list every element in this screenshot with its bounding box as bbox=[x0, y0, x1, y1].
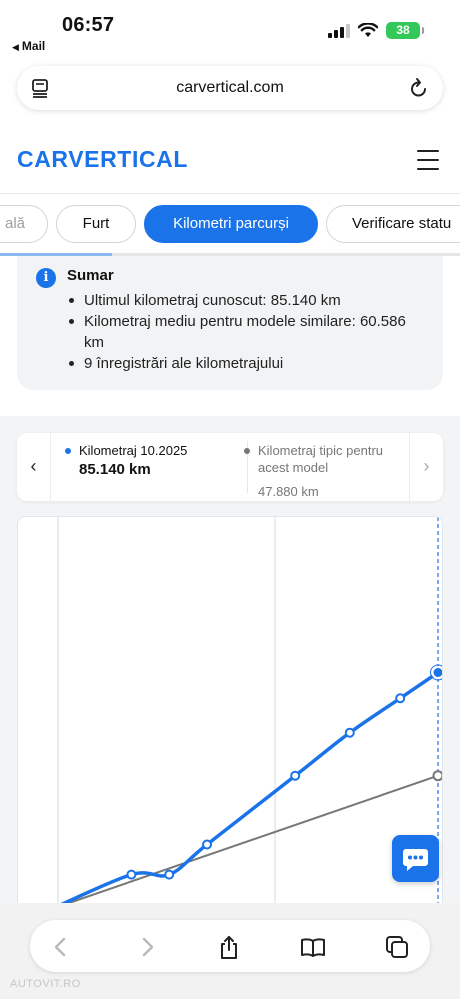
summary-list: Ultimul kilometraj cunoscut: 85.140 km K… bbox=[67, 290, 427, 374]
summary-item: Kilometraj mediu pentru modele similare:… bbox=[67, 311, 427, 353]
legend-prev-button[interactable]: ‹ bbox=[17, 433, 51, 501]
url-text: carvertical.com bbox=[176, 79, 284, 96]
legend-next-button[interactable]: › bbox=[409, 433, 443, 501]
legend-secondary-label: Kilometraj tipic pentru acest model bbox=[258, 443, 383, 475]
chevron-right-icon: › bbox=[423, 456, 430, 476]
tabs-icon[interactable] bbox=[384, 934, 410, 960]
series-point-mileage bbox=[395, 693, 406, 704]
toolbar-pill bbox=[30, 920, 430, 972]
series-point-mileage bbox=[164, 869, 175, 880]
share-icon[interactable] bbox=[216, 934, 242, 960]
summary-item: Ultimul kilometraj cunoscut: 85.140 km bbox=[67, 290, 427, 311]
legend-secondary-value: 47.880 km bbox=[258, 484, 319, 499]
phone-screen: 06:57 ◀ Mail 38 carvertical.com CARVERTIC… bbox=[0, 0, 460, 999]
back-app-label: Mail bbox=[21, 39, 46, 53]
series-point-mileage bbox=[290, 770, 301, 781]
series-point-typical bbox=[432, 770, 442, 782]
legend-secondary-dot bbox=[244, 448, 250, 454]
summary-title: Sumar bbox=[67, 267, 114, 284]
back-icon[interactable] bbox=[48, 934, 74, 960]
series-line-typical bbox=[51, 774, 439, 910]
legend-primary-label: Kilometraj 10.2025 bbox=[79, 443, 188, 458]
mileage-chart-svg bbox=[49, 517, 442, 916]
back-arrow-icon: ◀ bbox=[12, 42, 19, 52]
tab-kilometri-parcursi[interactable]: Kilometri parcurși bbox=[144, 205, 318, 243]
forward-icon[interactable] bbox=[134, 934, 160, 960]
wifi-icon bbox=[358, 23, 378, 37]
series-point-latest bbox=[431, 666, 442, 679]
series-point-mileage bbox=[126, 869, 137, 880]
battery-icon: 38 bbox=[386, 22, 424, 39]
chat-button[interactable] bbox=[392, 835, 439, 882]
hamburger-menu-icon[interactable] bbox=[417, 150, 439, 170]
summary-item: 9 înregistrări ale kilometrajului bbox=[67, 353, 427, 374]
carvertical-logo[interactable]: CARVERTICAL bbox=[17, 146, 188, 173]
summary-card: i Sumar Ultimul kilometraj cunoscut: 85.… bbox=[17, 256, 443, 390]
back-to-app[interactable]: ◀ Mail bbox=[12, 39, 45, 53]
legend-primary-value: 85.140 km bbox=[79, 461, 151, 478]
series-point-mileage bbox=[344, 727, 355, 738]
chat-icon bbox=[403, 849, 428, 871]
legend-primary-dot bbox=[65, 448, 71, 454]
chart-legend-card: ‹ Kilometraj 10.2025 85.140 km Kilometra… bbox=[17, 433, 443, 501]
tab-furt[interactable]: Furt bbox=[56, 205, 136, 243]
header-divider bbox=[0, 193, 460, 194]
series-line-mileage bbox=[49, 670, 440, 911]
watermark: AUTOVIT.RO bbox=[10, 978, 81, 990]
tab-partial-left[interactable]: ală bbox=[0, 205, 48, 243]
reload-icon[interactable] bbox=[409, 77, 429, 99]
info-icon: i bbox=[36, 268, 56, 288]
section-tabs: ală Furt Kilometri parcurși Verificare s… bbox=[0, 205, 460, 245]
status-time: 06:57 bbox=[62, 14, 115, 36]
series-point-mileage bbox=[202, 839, 212, 850]
cellular-signal-icon bbox=[328, 23, 350, 38]
address-bar[interactable]: carvertical.com bbox=[17, 66, 443, 110]
chevron-left-icon: ‹ bbox=[30, 456, 37, 476]
tab-verificare-status[interactable]: Verificare statu bbox=[326, 205, 460, 243]
status-icons: 38 bbox=[328, 22, 424, 39]
bookmarks-icon[interactable] bbox=[300, 934, 326, 960]
mileage-chart bbox=[17, 516, 443, 916]
